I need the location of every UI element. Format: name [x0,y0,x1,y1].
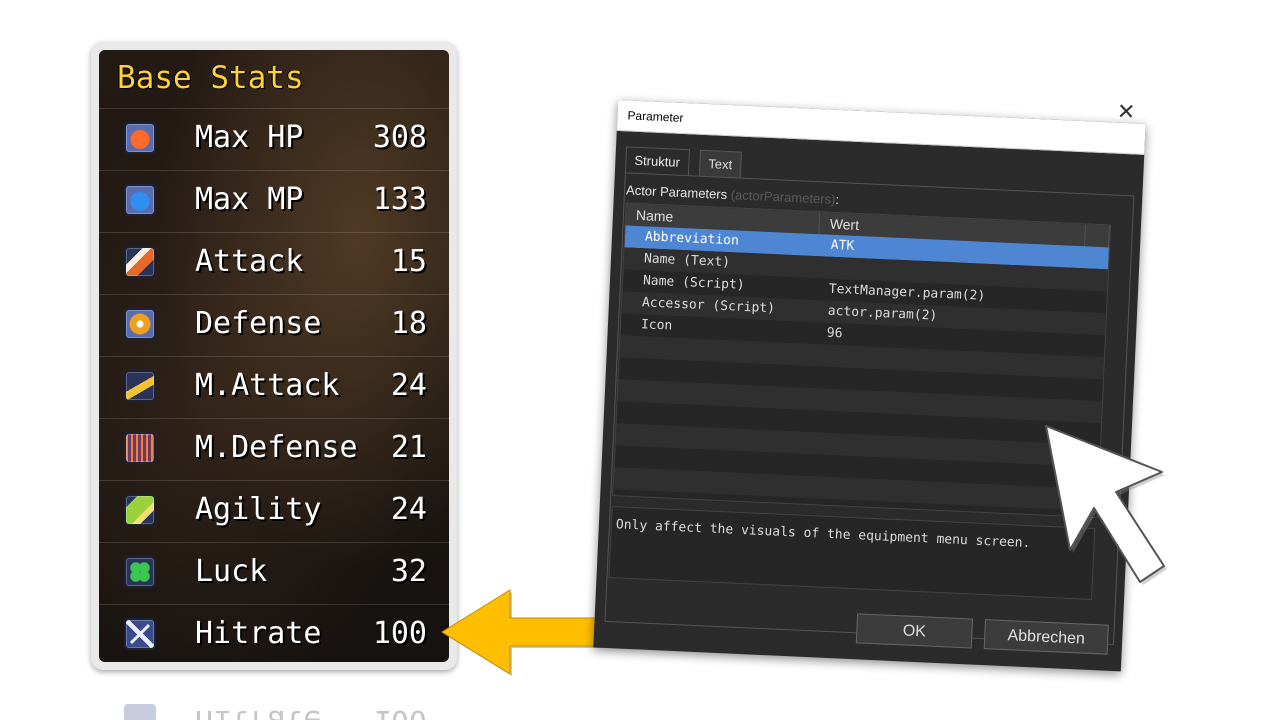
magic-slash-icon [124,370,156,402]
sword-icon [124,246,156,278]
tab-struktur[interactable]: Struktur [624,146,690,177]
stat-row-agility: Agility 24 [99,480,449,541]
stat-row-hitrate: Hitrate 100 [99,604,449,662]
crossed-swords-icon [124,704,156,720]
cell-value: 96 [826,325,843,342]
stats-panel: Base Stats Max HP 308 Max MP 133 Attack … [99,50,449,662]
stat-row-max-mp: Max MP 133 [99,170,449,231]
stat-value: 24 [390,492,427,527]
stat-row-defense: Defense 18 [99,294,449,355]
stat-row-m-defense: M.Defense 21 [99,418,449,479]
cell-value: ATK [830,237,855,254]
stat-value: 100 [372,616,427,651]
stat-label: Defense [195,306,322,341]
stat-value: 18 [390,306,427,341]
stat-label: Hitrate [195,616,322,651]
stat-label: Luck [195,554,268,589]
stat-label: Attack [195,244,304,279]
magic-rays-icon [124,432,156,464]
hp-orb-icon [124,122,156,154]
stat-value: 21 [390,430,427,465]
stat-label: Max HP [195,120,304,155]
stat-row-luck: Luck 32 [99,542,449,603]
boot-icon [124,494,156,526]
stat-value: 308 [372,120,427,155]
stat-value: 24 [390,368,427,403]
panel-reflection: Hitrate 100 [99,676,449,720]
stat-value: 32 [390,554,427,589]
stat-label: Max MP [195,182,304,217]
stat-row-attack: Attack 15 [99,232,449,293]
mp-orb-icon [124,184,156,216]
reflection-label: Hitrate [195,703,321,720]
dialog-titlebar[interactable]: Parameter ✕ [616,100,1146,155]
ok-button[interactable]: OK [855,613,974,649]
stat-label: M.Attack [195,368,340,403]
mouse-pointer-icon [1045,425,1167,585]
stats-title: Base Stats [117,60,304,96]
stat-value: 133 [372,182,427,217]
tab-text[interactable]: Text [698,149,742,179]
cell-name: Icon [640,317,673,334]
group-label-colon: : [835,191,840,208]
column-header-spacer [1085,224,1111,248]
stat-row-max-hp: Max HP 308 [99,108,449,169]
parameters-table[interactable]: Name Wert Abbreviation ATK Name (Text) N… [612,202,1112,519]
stat-label: M.Defense [195,430,358,465]
crossed-swords-icon [124,618,156,650]
clover-icon [124,556,156,588]
stat-label: Agility [195,492,322,527]
close-icon[interactable]: ✕ [1112,100,1141,126]
stat-value: 15 [390,244,427,279]
crossed-swords-svg [129,623,151,645]
cancel-button[interactable]: Abbrechen [983,619,1109,655]
dialog-title: Parameter [627,108,684,125]
stat-row-m-attack: M.Attack 24 [99,356,449,417]
shield-icon [124,308,156,340]
reflection-value: 100 [373,703,427,720]
